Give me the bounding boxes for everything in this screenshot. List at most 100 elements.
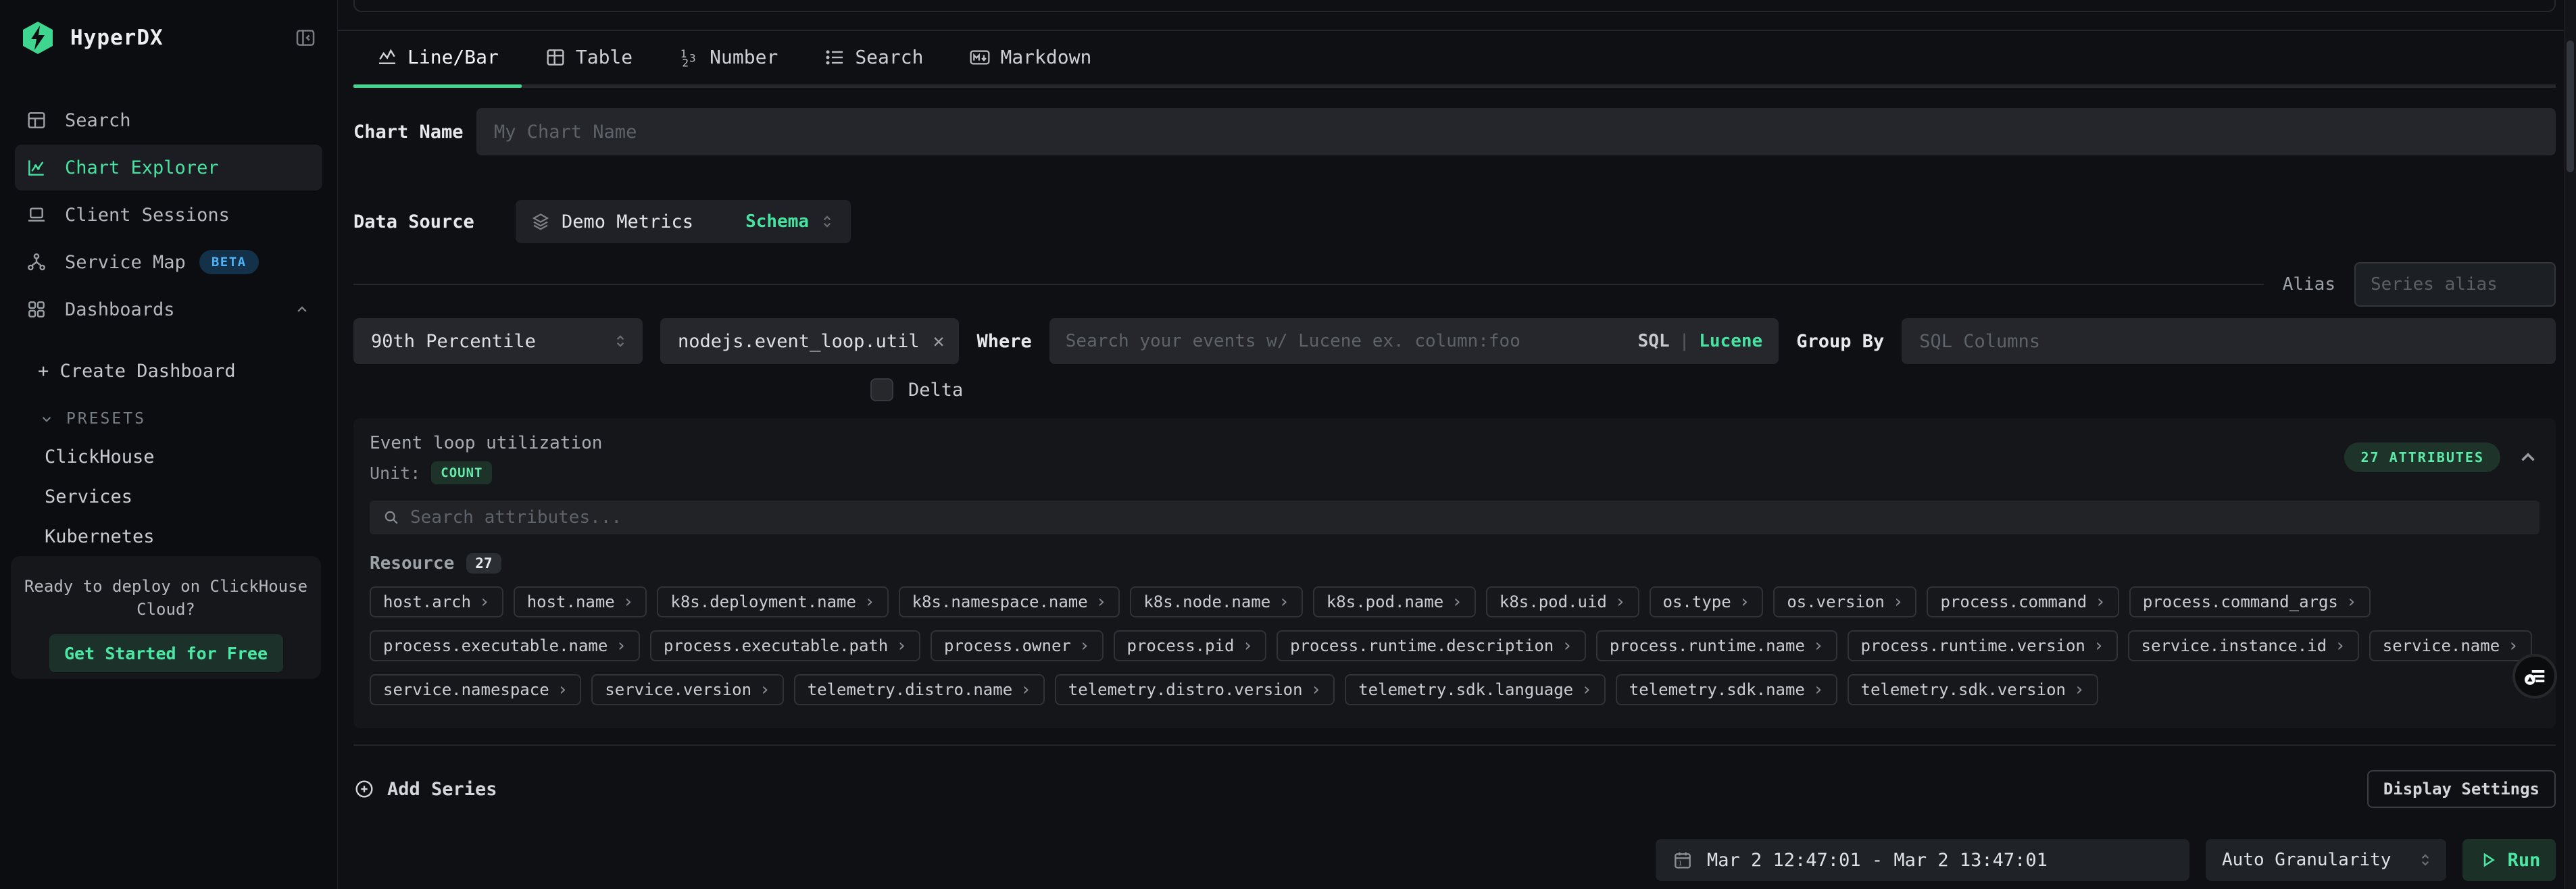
sidebar-nav: Search Chart Explorer Client Session xyxy=(0,97,337,332)
attribute-tag-label: service.namespace xyxy=(383,680,549,699)
attribute-tag-button[interactable]: telemetry.distro.name› xyxy=(794,674,1045,705)
time-range-picker[interactable]: 1 Mar 2 12:47:01 - Mar 2 13:47:01 xyxy=(1656,839,2189,881)
attribute-tag-label: os.type xyxy=(1663,592,1731,611)
attribute-tag-button[interactable]: k8s.namespace.name› xyxy=(899,586,1120,617)
table-icon xyxy=(545,47,566,68)
attribute-tag-label: k8s.pod.uid xyxy=(1500,592,1607,611)
service-map-icon xyxy=(26,251,47,273)
select-caret-icon xyxy=(2417,851,2434,869)
attribute-tag-button[interactable]: telemetry.distro.version› xyxy=(1055,674,1335,705)
get-started-button[interactable]: Get Started for Free xyxy=(49,634,283,672)
sidebar-item-client-sessions[interactable]: Client Sessions xyxy=(15,192,322,238)
attribute-tag-button[interactable]: process.pid› xyxy=(1114,630,1267,661)
sidebar-item-chart-explorer[interactable]: Chart Explorer xyxy=(15,145,322,190)
granularity-select[interactable]: Auto Granularity xyxy=(2206,839,2446,881)
attribute-tag-button[interactable]: os.type › xyxy=(1650,586,1764,617)
sql-toggle[interactable]: SQL xyxy=(1638,331,1670,351)
close-icon[interactable]: ✕ xyxy=(933,332,945,351)
chevron-up-icon[interactable] xyxy=(293,300,312,319)
attribute-tag-button[interactable]: service.name› xyxy=(2369,630,2532,661)
attribute-tag-button[interactable]: k8s.deployment.name› xyxy=(657,586,888,617)
chevron-up-icon[interactable] xyxy=(2517,446,2540,469)
attribute-tag-button[interactable]: service.version› xyxy=(591,674,783,705)
attribute-tag-button[interactable]: os.version › xyxy=(1773,586,1916,617)
dashboards-icon xyxy=(26,299,47,320)
presets-toggle[interactable]: PRESETS xyxy=(38,410,337,428)
attribute-tag-button[interactable]: process.runtime.description› xyxy=(1277,630,1586,661)
chart-type-tabs: Line/Bar Table 1 2 3 xyxy=(353,46,2556,88)
attribute-tag-button[interactable]: process.command› xyxy=(1927,586,2119,617)
attribute-group-count-badge: 27 xyxy=(466,553,501,574)
attribute-tag-button[interactable]: k8s.pod.name› xyxy=(1313,586,1476,617)
preset-item-kubernetes[interactable]: Kubernetes xyxy=(45,526,337,547)
sidebar-item-search[interactable]: Search xyxy=(15,97,322,143)
sidebar-collapse-icon[interactable] xyxy=(294,26,317,49)
chart-options-fab[interactable] xyxy=(2512,654,2557,698)
preset-item-services[interactable]: Services xyxy=(45,486,337,507)
tab-table[interactable]: Table xyxy=(522,46,655,84)
attribute-tag-button[interactable]: k8s.pod.uid› xyxy=(1486,586,1639,617)
display-settings-button[interactable]: Display Settings xyxy=(2367,770,2556,808)
series-alias-input[interactable] xyxy=(2354,262,2556,307)
section-divider xyxy=(353,744,2556,746)
filter-list-icon xyxy=(2521,663,2548,690)
time-range-value: Mar 2 12:47:01 - Mar 2 13:47:01 xyxy=(1707,850,2048,871)
scrollbar-thumb[interactable] xyxy=(2567,41,2574,172)
query-language-toggle: SQL | Lucene xyxy=(1638,331,1763,351)
attribute-tag-label: k8s.namespace.name xyxy=(912,592,1088,611)
attribute-tag-button[interactable]: telemetry.sdk.name› xyxy=(1616,674,1837,705)
attribute-tag-button[interactable]: k8s.node.name› xyxy=(1130,586,1303,617)
preset-item-clickhouse[interactable]: ClickHouse xyxy=(45,447,337,467)
attribute-row: host.arch›host.name›k8s.deployment.name›… xyxy=(370,586,2540,617)
chart-explorer-icon xyxy=(26,157,47,178)
sidebar-item-dashboards[interactable]: Dashboards xyxy=(15,286,322,332)
attribute-tag-button[interactable]: process.command_args› xyxy=(2129,586,2371,617)
chevron-right-icon: › xyxy=(1739,592,1750,612)
attribute-tag-label: k8s.deployment.name xyxy=(670,592,856,611)
series-divider-line xyxy=(353,284,2264,285)
attribute-tag-button[interactable]: process.executable.path› xyxy=(650,630,920,661)
add-series-button[interactable]: Add Series xyxy=(353,778,497,800)
chevron-right-icon: › xyxy=(558,680,568,700)
delta-checkbox[interactable] xyxy=(870,378,893,401)
attribute-tag-button[interactable]: service.namespace › xyxy=(370,674,581,705)
chevron-right-icon: › xyxy=(623,592,634,612)
attribute-tag-label: process.executable.path xyxy=(664,636,888,655)
svg-text:2: 2 xyxy=(682,56,689,68)
where-search-input[interactable] xyxy=(1066,331,1627,351)
attribute-tag-button[interactable]: process.runtime.version› xyxy=(1848,630,2118,661)
attribute-tag-label: os.version xyxy=(1787,592,1885,611)
sidebar-item-service-map[interactable]: Service Map BETA xyxy=(15,239,322,285)
schema-link[interactable]: Schema xyxy=(745,211,809,232)
attribute-tag-label: process.owner xyxy=(944,636,1071,655)
attribute-tag-label: telemetry.sdk.version xyxy=(1861,680,2066,699)
data-source-select[interactable]: Demo Metrics Schema xyxy=(516,200,851,243)
chevron-right-icon: › xyxy=(1279,592,1289,612)
attribute-tag-button[interactable]: service.instance.id› xyxy=(2128,630,2359,661)
run-button[interactable]: Run xyxy=(2462,839,2556,881)
group-by-input[interactable] xyxy=(1902,318,2556,364)
attribute-tag-button[interactable]: host.name › xyxy=(514,586,647,617)
attributes-count-badge: 27 ATTRIBUTES xyxy=(2344,442,2500,472)
chevron-right-icon: › xyxy=(1242,636,1253,656)
tab-search[interactable]: Search xyxy=(801,46,946,84)
aggregation-select[interactable]: 90th Percentile xyxy=(353,318,643,364)
chevron-right-icon: › xyxy=(1893,592,1904,612)
attribute-search-input[interactable] xyxy=(410,507,2527,528)
attribute-tag-button[interactable]: process.executable.name› xyxy=(370,630,640,661)
tab-number[interactable]: 1 2 3 Number xyxy=(655,46,801,84)
attribute-tag-label: host.name xyxy=(527,592,615,611)
tab-markdown[interactable]: Markdown xyxy=(946,46,1114,84)
lucene-toggle[interactable]: Lucene xyxy=(1699,331,1762,351)
attribute-tag-button[interactable]: telemetry.sdk.language› xyxy=(1345,674,1606,705)
attribute-tag-button[interactable]: host.arch› xyxy=(370,586,503,617)
calendar-icon: 1 xyxy=(1672,849,1693,871)
create-dashboard-button[interactable]: + Create Dashboard xyxy=(38,361,337,382)
chevron-right-icon: › xyxy=(479,592,490,612)
attribute-tag-button[interactable]: process.owner› xyxy=(931,630,1104,661)
attribute-tag-button[interactable]: telemetry.sdk.version› xyxy=(1848,674,2098,705)
chart-name-input[interactable] xyxy=(476,108,2556,155)
tab-line-bar[interactable]: Line/Bar xyxy=(353,46,522,84)
metric-chip[interactable]: nodejs.event_loop.util ✕ xyxy=(660,318,959,364)
attribute-tag-button[interactable]: process.runtime.name› xyxy=(1596,630,1837,661)
